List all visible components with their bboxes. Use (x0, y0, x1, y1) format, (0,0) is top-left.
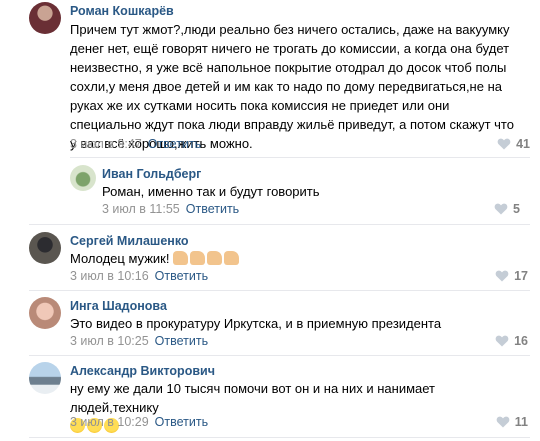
comment-meta: 3 июл в 11:55 Ответить (102, 202, 239, 216)
avatar[interactable] (29, 297, 61, 329)
heart-icon (494, 203, 508, 215)
avatar[interactable] (70, 165, 96, 191)
separator (29, 437, 530, 438)
like-button[interactable]: 16 (495, 334, 528, 348)
comment-text-content: Молодец мужик! (70, 251, 170, 266)
comment-date[interactable]: 3 июл в 10:29 (70, 415, 149, 429)
comment-date[interactable]: 3 июл в 10:25 (70, 334, 149, 348)
like-count: 11 (514, 415, 528, 429)
comment-text: Молодец мужик! (70, 249, 241, 268)
avatar[interactable] (29, 2, 61, 34)
heart-icon (497, 138, 511, 150)
reply-button[interactable]: Ответить (155, 334, 208, 348)
comment-author[interactable]: Роман Кошкарёв (70, 4, 174, 18)
comment-text: Это видео в прокуратуру Иркутска, и в пр… (70, 316, 442, 331)
heart-icon (495, 270, 509, 282)
comment-author[interactable]: Александр Викторович (70, 364, 215, 378)
separator (70, 157, 530, 158)
like-button[interactable]: 17 (495, 269, 528, 283)
comment-date[interactable]: 3 июл в 9:47 (70, 137, 142, 151)
comment-text: Роман, именно так и будут говорить (102, 184, 320, 199)
separator (29, 224, 530, 225)
reply-button[interactable]: Ответить (155, 269, 208, 283)
comment-date[interactable]: 3 июл в 10:16 (70, 269, 149, 283)
like-count: 17 (514, 269, 528, 283)
comment-meta: 3 июл в 10:29 Ответить (70, 415, 208, 429)
like-count: 16 (514, 334, 528, 348)
separator (29, 355, 530, 356)
comment-meta: 3 июл в 9:47 Ответить (70, 137, 201, 151)
avatar[interactable] (29, 232, 61, 264)
avatar[interactable] (29, 362, 61, 394)
comment-date[interactable]: 3 июл в 11:55 (102, 202, 180, 216)
comment-author[interactable]: Сергей Милашенко (70, 234, 189, 248)
like-count: 5 (513, 202, 520, 216)
reply-button[interactable]: Ответить (148, 137, 201, 151)
heart-icon (496, 416, 510, 428)
comment-text-content: ну ему же дали 10 тысяч помочи вот он и … (70, 381, 436, 415)
separator (29, 290, 530, 291)
heart-icon (495, 335, 509, 347)
reply-button[interactable]: Ответить (186, 202, 239, 216)
like-button[interactable]: 41 (497, 137, 530, 151)
comment-meta: 3 июл в 10:25 Ответить (70, 334, 208, 348)
like-button[interactable]: 5 (494, 202, 520, 216)
comment-text: Причем тут жмот?,люди реально без ничего… (70, 22, 514, 151)
thumbs-up-emoji (173, 251, 241, 266)
comment-author[interactable]: Инга Шадонова (70, 299, 167, 313)
comment-author[interactable]: Иван Гольдберг (102, 167, 201, 181)
comment-meta: 3 июл в 10:16 Ответить (70, 269, 208, 283)
like-count: 41 (516, 137, 530, 151)
reply-button[interactable]: Ответить (155, 415, 208, 429)
like-button[interactable]: 11 (496, 415, 528, 429)
